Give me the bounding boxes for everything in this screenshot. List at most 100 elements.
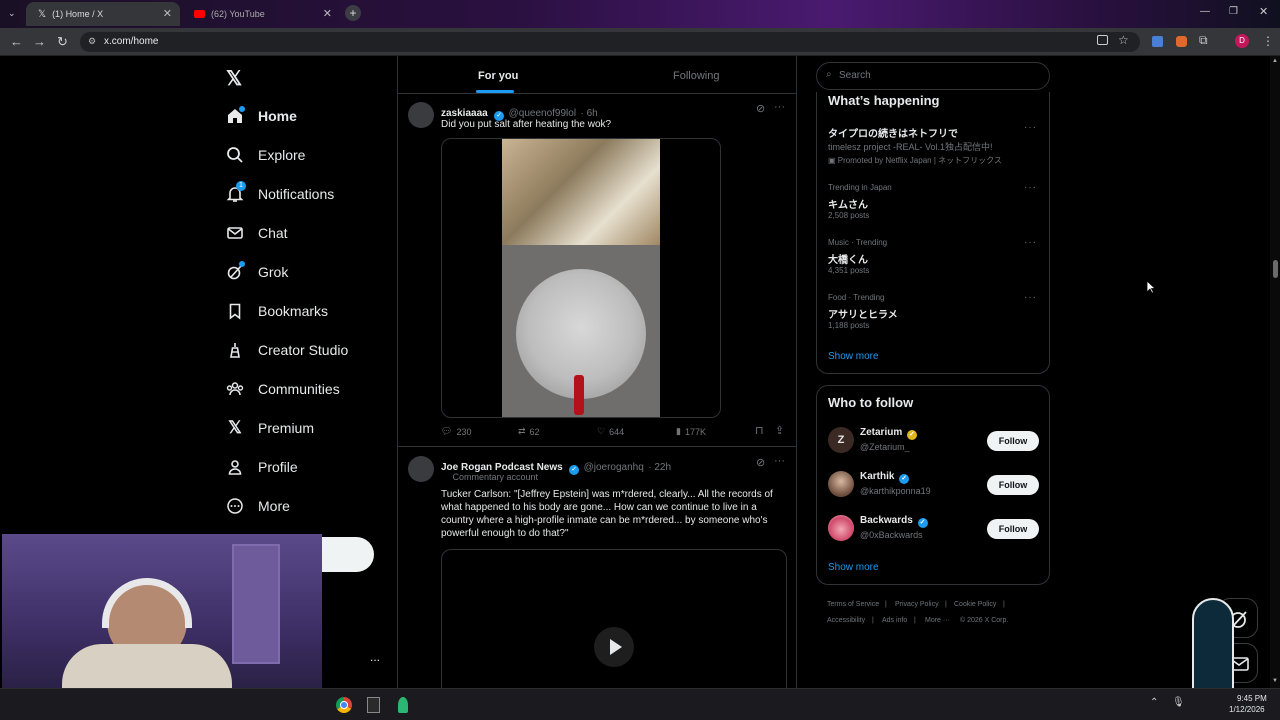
new-tab-button[interactable]: + — [345, 5, 361, 21]
nav-profile[interactable]: Profile — [226, 452, 298, 482]
repost-button[interactable]: ⇄ 62 — [518, 426, 540, 437]
reload-icon[interactable]: ↻ — [57, 34, 68, 50]
trend-item[interactable]: タイプロの続きはネトフリで timelesz project -REAL- Vo… — [817, 118, 1049, 168]
search-icon: ⌕ — [826, 69, 832, 80]
trend-more-icon[interactable]: ··· — [1024, 292, 1037, 303]
tab-home-x[interactable]: 𝕏 (1) Home / X ✕ — [26, 2, 180, 26]
footer-link-more[interactable]: More ··· — [925, 617, 950, 624]
footer-link-cookie[interactable]: Cookie Policy — [954, 601, 996, 608]
chrome-menu-icon[interactable]: ⋮ — [1262, 34, 1274, 48]
nav-creator-studio[interactable]: Creator Studio — [226, 335, 348, 365]
avatar[interactable] — [828, 515, 854, 541]
microphone-icon[interactable]: 🎙︎ — [1172, 697, 1185, 708]
reply-button[interactable]: 💬︎ 230 — [441, 426, 471, 437]
translate-extension-icon[interactable] — [1152, 36, 1163, 47]
trend-item[interactable]: Food · Trending アサリとヒラメ 1,188 posts ··· — [817, 290, 1049, 336]
author-handle[interactable]: @joeroganhq — [584, 462, 644, 473]
bookmark-icon[interactable]: ⊓ — [755, 424, 764, 437]
close-tab-icon[interactable]: ✕ — [323, 7, 332, 20]
follow-suggestion[interactable]: Backwards ✓ @0xBackwards Follow — [817, 511, 1049, 547]
tweet-more-icon[interactable]: ··· — [774, 101, 785, 113]
nav-more[interactable]: More — [226, 491, 290, 521]
app-taskbar-icon[interactable] — [398, 697, 408, 713]
back-icon[interactable]: ← — [10, 34, 23, 49]
footer-link-ads-info[interactable]: Ads info — [882, 617, 907, 624]
trend-more-icon[interactable]: ··· — [1024, 237, 1037, 248]
extensions-puzzle-icon[interactable]: ⧉ — [1199, 33, 1208, 48]
tweet[interactable]: Joe Rogan Podcast News ✓ @joeroganhq · 2… — [398, 448, 796, 688]
chrome-taskbar-icon[interactable] — [336, 697, 352, 713]
tweet[interactable]: zaskiaaaa ✓ @queenof99lol · 6h ⊘ ··· Did… — [398, 94, 796, 447]
avatar[interactable]: Z — [828, 427, 854, 453]
grok-action-icon[interactable]: ⊘ — [756, 102, 765, 115]
account-label-text: Commentary account — [452, 472, 539, 482]
avatar[interactable] — [828, 471, 854, 497]
close-tab-icon[interactable]: ✕ — [163, 7, 172, 20]
tweet-media[interactable] — [441, 138, 721, 418]
page-scrollbar[interactable]: ▲ ▼ — [1270, 56, 1280, 688]
like-button[interactable]: ♡ 644 — [597, 426, 624, 437]
address-bar[interactable]: ⚙ x.com/home — [80, 32, 1140, 52]
follow-suggestion[interactable]: Karthik ✓ @karthikponna19 Follow — [817, 467, 1049, 503]
account-name-text: Zetarium — [860, 427, 903, 438]
scroll-up-arrow-icon[interactable]: ▲ — [1272, 58, 1278, 64]
follow-button[interactable]: Follow — [987, 431, 1039, 451]
follow-suggestion[interactable]: Z Zetarium ✓ @Zetarium_ Follow — [817, 423, 1049, 459]
trend-more-icon[interactable]: ··· — [1024, 122, 1037, 133]
tweet-more-icon[interactable]: ··· — [774, 455, 785, 467]
close-window-icon[interactable]: ✕ — [1259, 5, 1268, 18]
nav-notifications[interactable]: 1 Notifications — [226, 179, 334, 209]
restore-window-icon[interactable]: ❐ — [1229, 6, 1238, 17]
clock-date[interactable]: 1/12/2026 — [1229, 705, 1265, 714]
share-icon[interactable]: ⇪ — [775, 424, 784, 437]
follow-button[interactable]: Follow — [987, 519, 1039, 539]
nav-grok[interactable]: Grok — [226, 257, 288, 287]
x-logo-icon[interactable]: 𝕏 — [226, 66, 242, 91]
tab-youtube[interactable]: (62) YouTube ✕ — [182, 2, 340, 26]
search-input[interactable]: ⌕ Search — [816, 62, 1050, 90]
avatar[interactable] — [408, 102, 434, 128]
avatar[interactable] — [408, 456, 434, 482]
epic-games-taskbar-icon[interactable] — [367, 697, 380, 713]
grok-action-icon[interactable]: ⊘ — [756, 456, 765, 469]
install-app-icon[interactable] — [1097, 35, 1108, 45]
tab-search-dropdown-icon[interactable]: ⌄ — [8, 8, 16, 19]
tab-for-you[interactable]: For you — [478, 70, 518, 82]
trend-more-icon[interactable]: ··· — [1024, 182, 1037, 193]
tweet-video[interactable] — [441, 549, 787, 688]
views-button[interactable]: ▮ 177K — [676, 426, 706, 437]
x-favicon-icon: 𝕏 — [38, 8, 47, 20]
nav-communities[interactable]: Communities — [226, 374, 340, 404]
footer-link-terms[interactable]: Terms of Service — [827, 601, 879, 608]
nav-premium[interactable]: 𝕏 Premium — [226, 413, 314, 443]
tab-following[interactable]: Following — [673, 70, 719, 82]
clock-time[interactable]: 9:45 PM — [1237, 694, 1267, 703]
fox-extension-icon[interactable] — [1176, 36, 1187, 47]
webcam-door — [232, 544, 280, 664]
nav-chat[interactable]: Chat — [226, 218, 288, 248]
follow-button[interactable]: Follow — [987, 475, 1039, 495]
nav-explore[interactable]: Explore — [226, 140, 305, 170]
trend-item[interactable]: Music · Trending 大橋くん 4,351 posts ··· — [817, 235, 1049, 281]
like-count: 644 — [609, 426, 625, 437]
footer-link-accessibility[interactable]: Accessibility — [827, 617, 865, 624]
play-button-icon[interactable] — [594, 627, 634, 667]
nav-bookmarks[interactable]: Bookmarks — [226, 296, 328, 326]
webcam-overlay — [2, 534, 322, 688]
show-more-follow-link[interactable]: Show more — [828, 562, 879, 573]
profile-avatar[interactable]: D — [1235, 34, 1249, 48]
site-info-icon[interactable]: ⚙ — [88, 36, 96, 47]
footer-separator: | — [914, 617, 916, 624]
bookmark-star-icon[interactable]: ☆ — [1118, 33, 1129, 47]
trend-item[interactable]: Trending in Japan キムさん 2,508 posts ··· — [817, 180, 1049, 226]
minimize-window-icon[interactable]: — — [1200, 6, 1210, 17]
scrollbar-thumb[interactable] — [1273, 260, 1278, 278]
scroll-down-arrow-icon[interactable]: ▼ — [1272, 678, 1278, 684]
tweet-time[interactable]: · 22h — [648, 462, 671, 473]
show-more-trends-link[interactable]: Show more — [828, 351, 879, 362]
nav-home[interactable]: Home — [226, 101, 297, 131]
account-menu-dots-icon[interactable]: ... — [370, 650, 380, 664]
forward-icon[interactable]: → — [33, 34, 46, 49]
footer-link-privacy[interactable]: Privacy Policy — [895, 601, 939, 608]
show-hidden-icons[interactable]: ⌃ — [1150, 697, 1158, 708]
